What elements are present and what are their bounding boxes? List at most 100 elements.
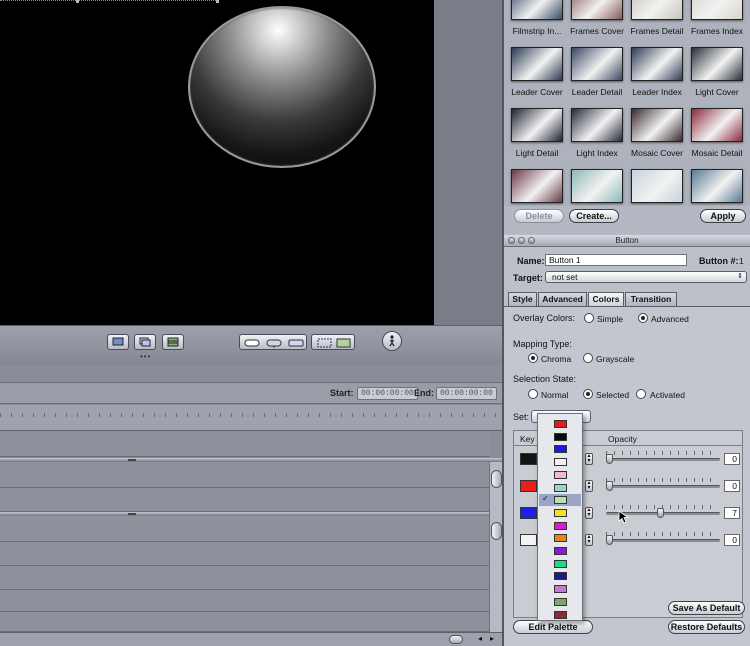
palette-color-option[interactable] (554, 508, 567, 517)
timeline-track[interactable] (0, 566, 490, 590)
template-thumbnail[interactable] (511, 169, 563, 203)
template-thumbnail[interactable] (511, 108, 563, 142)
name-field[interactable]: Button 1 (545, 254, 687, 266)
opacity-slider[interactable] (606, 458, 720, 461)
selection-handle[interactable] (216, 0, 219, 3)
template-thumbnail[interactable] (631, 108, 683, 142)
timeline-track[interactable] (0, 462, 490, 488)
key-color-swatch[interactable] (520, 480, 537, 492)
radio-activated[interactable] (636, 389, 646, 399)
tab-colors[interactable]: Colors (588, 292, 624, 306)
palette-color-option[interactable] (554, 483, 567, 492)
monitor-icon[interactable] (107, 334, 129, 350)
key-color-swatch[interactable] (520, 453, 537, 465)
timeline-vertical-scrollbar[interactable] (489, 462, 502, 632)
timeline-horizontal-scrollbar[interactable]: ◂ ▸ (0, 632, 502, 646)
palette-color-option[interactable] (554, 610, 567, 619)
apply-button[interactable]: Apply (700, 209, 746, 223)
radio-normal[interactable] (528, 389, 538, 399)
key-color-swatch[interactable] (520, 507, 537, 519)
opacity-slider[interactable] (606, 485, 720, 488)
opacity-slider-thumb[interactable] (606, 535, 613, 545)
opacity-slider-thumb[interactable] (657, 508, 665, 518)
radio-selected[interactable] (583, 389, 593, 399)
opacity-value-field[interactable]: 0 (724, 480, 740, 492)
layers-icon[interactable] (134, 334, 156, 350)
template-thumbnail[interactable] (571, 169, 623, 203)
timeline-ruler[interactable] (0, 405, 502, 431)
target-popup[interactable]: not set ⇕ (545, 271, 747, 283)
template-thumbnail[interactable] (691, 108, 743, 142)
opacity-slider-thumb[interactable] (606, 454, 613, 464)
save-as-default-button[interactable]: Save As Default (668, 601, 745, 615)
palette-color-option[interactable] (554, 521, 567, 530)
timeline-track[interactable] (0, 590, 490, 612)
color-stepper[interactable]: ▴ ▾ (585, 507, 593, 519)
tab-advanced[interactable]: Advanced (538, 292, 587, 306)
timeline-track[interactable] (0, 431, 490, 457)
tab-style[interactable]: Style (508, 292, 537, 306)
palette-color-option[interactable] (554, 432, 567, 441)
palette-color-option[interactable] (554, 534, 567, 543)
palette-color-option[interactable] (554, 496, 567, 505)
scroll-thumb[interactable] (449, 635, 463, 644)
opacity-slider[interactable] (606, 539, 720, 542)
palette-color-option[interactable] (554, 445, 567, 454)
opacity-value-field[interactable]: 7 (724, 507, 740, 519)
selection-handle[interactable] (76, 0, 79, 3)
end-timecode-field[interactable]: 00:00:00:00 (436, 387, 497, 400)
template-thumbnail[interactable] (511, 47, 563, 81)
scroll-left-arrow-icon[interactable]: ◂ (478, 634, 482, 643)
start-timecode-field[interactable]: 00:00:00:00 (357, 387, 418, 400)
palette-color-option[interactable] (554, 559, 567, 568)
template-thumbnail[interactable] (571, 47, 623, 81)
minimize-icon[interactable] (518, 237, 525, 244)
palette-color-option[interactable] (554, 420, 567, 428)
template-thumbnail[interactable] (571, 108, 623, 142)
palette-color-option[interactable] (554, 547, 567, 555)
template-thumbnail[interactable] (691, 47, 743, 81)
scroll-thumb[interactable] (491, 470, 502, 488)
opacity-slider-thumb[interactable] (606, 481, 613, 491)
radio-chroma[interactable] (528, 353, 538, 363)
film-icon[interactable] (162, 334, 184, 350)
template-thumbnail[interactable] (631, 169, 683, 203)
template-thumbnail[interactable] (691, 0, 743, 20)
close-icon[interactable] (508, 237, 515, 244)
opacity-value-field[interactable]: 0 (724, 534, 740, 546)
color-stepper[interactable]: ▴ ▾ (585, 480, 593, 492)
template-thumbnail[interactable] (631, 0, 683, 20)
palette-color-option[interactable] (554, 572, 567, 581)
palette-color-option[interactable] (554, 470, 567, 479)
template-thumbnail[interactable] (571, 0, 623, 20)
key-color-swatch[interactable] (520, 534, 537, 546)
opacity-value-field[interactable]: 0 (724, 453, 740, 465)
sphere-button-graphic[interactable] (188, 6, 376, 168)
drag-handle[interactable]: ••• (140, 353, 154, 361)
template-thumbnail[interactable] (631, 47, 683, 81)
palette-color-option[interactable] (554, 458, 567, 467)
timeline-track[interactable] (0, 612, 490, 632)
timeline-track[interactable] (0, 542, 490, 566)
restore-defaults-button[interactable]: Restore Defaults (668, 620, 745, 634)
walker-icon[interactable] (382, 331, 402, 351)
scroll-right-arrow-icon[interactable]: ▸ (490, 634, 494, 643)
radio-grayscale[interactable] (583, 353, 593, 363)
tab-transition[interactable]: Transition (625, 292, 677, 306)
palette-color-option[interactable] (554, 597, 567, 606)
delete-button[interactable]: Delete (514, 209, 564, 223)
zoom-icon[interactable] (528, 237, 535, 244)
template-thumbnail[interactable] (511, 0, 563, 20)
color-stepper[interactable]: ▴ ▾ (585, 453, 593, 465)
timeline-track[interactable] (0, 516, 490, 542)
edit-palette-button[interactable]: Edit Palette (513, 620, 593, 634)
radio-overlay-simple[interactable] (584, 313, 594, 323)
palette-color-option[interactable] (554, 585, 567, 594)
scroll-thumb[interactable] (491, 522, 502, 540)
template-thumbnail[interactable] (691, 169, 743, 203)
template-label: Leader Detail (571, 87, 623, 97)
color-stepper[interactable]: ▴ ▾ (585, 534, 593, 546)
radio-overlay-advanced[interactable] (638, 313, 648, 323)
timeline-track[interactable] (0, 488, 490, 512)
create-button[interactable]: Create... (569, 209, 619, 223)
